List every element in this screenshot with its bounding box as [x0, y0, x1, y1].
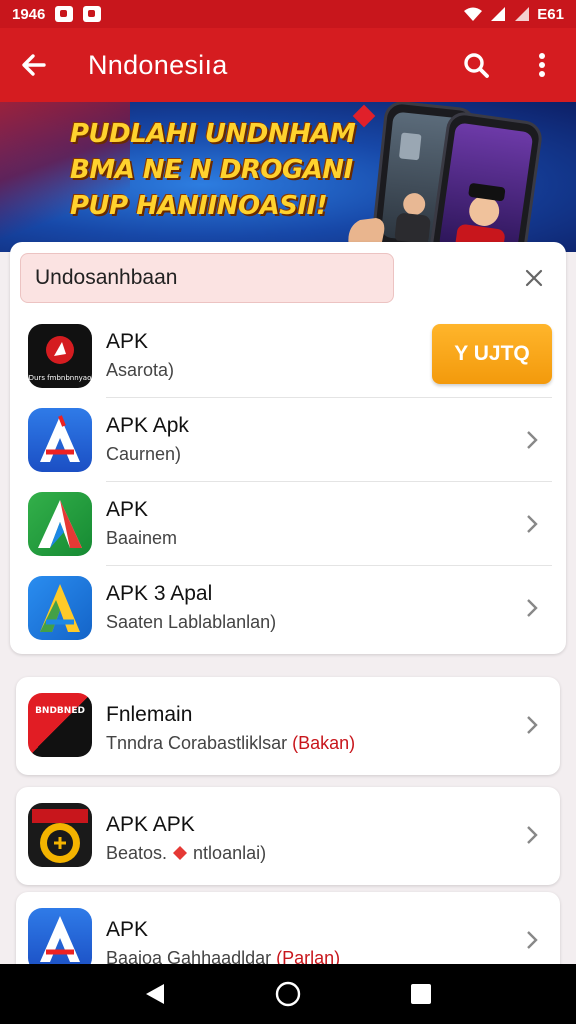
- app-subtitle: Baainem: [106, 528, 178, 548]
- back-button[interactable]: [14, 45, 54, 85]
- search-input-value: Undosanhbaan: [35, 266, 178, 289]
- app-name: APK: [106, 330, 149, 353]
- app-name: APK: [106, 918, 149, 941]
- banner-line-2: BMA NE N DROGANI: [70, 155, 353, 185]
- chevron-right-icon: [527, 515, 538, 533]
- app-subtitle: Saaten Lablablanlan): [106, 612, 277, 632]
- home-nav-icon[interactable]: [275, 981, 301, 1007]
- app-subtitle: Beatos. ntloanlai): [106, 843, 266, 864]
- chevron-right-icon: [527, 599, 538, 617]
- search-button[interactable]: [456, 45, 496, 85]
- app-name: APK Apk: [106, 414, 189, 437]
- list-item[interactable]: APK Apk Caurnen): [10, 398, 566, 482]
- search-icon: [464, 53, 489, 78]
- app-subtitle-highlight: (Bakan): [292, 733, 356, 753]
- chevron-right-icon: [527, 826, 538, 844]
- banner-line-3: PUP HANIINOASII!: [70, 191, 328, 221]
- search-input[interactable]: Undosanhbaan: [20, 253, 394, 303]
- app-bar: Nndonesiıa: [0, 28, 576, 102]
- phone-image: [428, 110, 544, 252]
- blue-a-icon: [28, 408, 92, 472]
- results-card: Undosanhbaan Durs fmbnbnnyao APK Asarota…: [10, 242, 566, 654]
- back-arrow-icon: [22, 54, 46, 76]
- battery-indicator: E61: [537, 5, 564, 23]
- notification-icon: [55, 6, 74, 22]
- wifi-icon: [464, 7, 483, 21]
- app-subtitle: Tnndra Corabastliklsar (Bakan): [106, 733, 355, 754]
- chevron-right-icon: [527, 431, 538, 449]
- banner-headline: PUDLAHI UNDNHAM BMA NE N DROGANI PUP HAN…: [70, 116, 360, 224]
- app-subtitle-text: Beatos.: [106, 843, 173, 863]
- chevron-right-icon: [527, 716, 538, 734]
- status-time: 1946: [12, 5, 46, 23]
- signal-icon: [491, 7, 506, 21]
- more-options-button[interactable]: [522, 45, 562, 85]
- app-icon-caption: Durs fmbnbnnyao: [29, 374, 92, 382]
- recents-nav-icon[interactable]: [410, 983, 432, 1005]
- red-black-icon: BNDBNED: [28, 693, 92, 757]
- red-app-icon: Durs fmbnbnnyao: [28, 324, 92, 388]
- system-nav-bar: [0, 964, 576, 1024]
- list-item[interactable]: Durs fmbnbnnyao APK Asarota) Y UJTQ: [10, 314, 566, 398]
- app-subtitle: Asarota): [106, 360, 175, 380]
- green-a-icon: [28, 492, 92, 556]
- diamond-icon: [173, 846, 188, 860]
- app-subtitle-text: ntloanlai): [188, 843, 267, 863]
- app-name: APK 3 Apal: [106, 582, 213, 605]
- app-name: APK: [106, 498, 149, 521]
- app-subtitle-text: Tnndra Corabastliklsar: [106, 733, 293, 753]
- multicolor-a-icon: [28, 576, 92, 640]
- page-title: Nndonesiıa: [88, 49, 228, 80]
- app-icon-caption: BNDBNED: [35, 706, 85, 716]
- close-icon: [525, 269, 543, 287]
- promo-banner[interactable]: PUDLAHI UNDNHAM BMA NE N DROGANI PUP HAN…: [0, 102, 576, 252]
- app-name: APK APK: [106, 813, 195, 836]
- list-item[interactable]: APK 3 Apal Saaten Lablablanlan): [10, 566, 566, 650]
- app-name: Fnlemain: [106, 703, 193, 726]
- badge-icon: [28, 803, 92, 867]
- notification-icon: [83, 6, 102, 22]
- clear-search-button[interactable]: [518, 262, 550, 294]
- app-card[interactable]: BNDBNED Fnlemain Tnndra Corabastliklsar …: [16, 677, 560, 775]
- banner-line-1: PUDLAHI UNDNHAM: [70, 119, 356, 149]
- list-item[interactable]: APK Baainem: [10, 482, 566, 566]
- app-subtitle: Caurnen): [106, 444, 182, 464]
- back-nav-icon[interactable]: [144, 982, 166, 1006]
- app-card[interactable]: APK APK Beatos. ntloanlai): [16, 787, 560, 885]
- more-vert-icon: [539, 53, 545, 77]
- signal-icon: [515, 7, 530, 21]
- install-button[interactable]: Y UJTQ: [432, 324, 552, 384]
- blue-a-icon: [28, 908, 92, 972]
- status-bar: 1946 E61: [0, 0, 576, 28]
- chevron-right-icon: [527, 931, 538, 949]
